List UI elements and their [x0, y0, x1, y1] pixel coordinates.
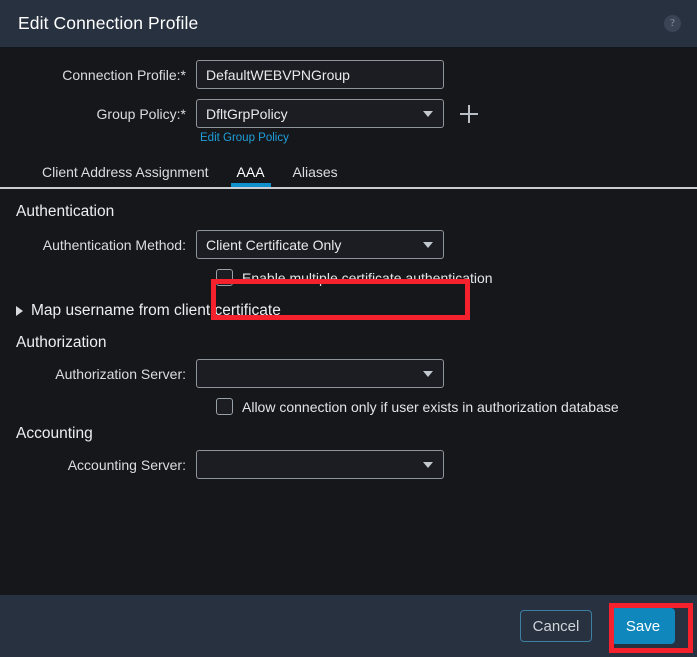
- triangle-right-icon: [16, 306, 23, 316]
- connection-profile-row: Connection Profile:*: [0, 60, 697, 89]
- group-policy-select[interactable]: DfltGrpPolicy: [196, 99, 444, 128]
- authorization-heading: Authorization: [16, 334, 107, 351]
- authentication-heading: Authentication: [16, 203, 115, 220]
- tab-bar: Client Address Assignment AAA Aliases: [0, 154, 697, 187]
- chevron-down-icon: [423, 370, 433, 377]
- connection-profile-input[interactable]: [196, 60, 444, 89]
- allow-connection-only-if-user-exists-label: Allow connection only if user exists in …: [242, 398, 619, 415]
- edit-group-policy-row: Edit Group Policy: [0, 132, 697, 144]
- dialog-body: Connection Profile:* Group Policy:* Dflt…: [0, 48, 697, 595]
- enable-multiple-certificate-row: Enable multiple certificate authenticati…: [0, 269, 697, 286]
- map-username-label: Map username from client certificate: [31, 302, 281, 319]
- tab-aaa[interactable]: AAA: [223, 164, 279, 187]
- accounting-server-select[interactable]: [196, 450, 444, 479]
- allow-connection-only-if-user-exists-checkbox[interactable]: [216, 398, 233, 415]
- chevron-down-icon: [423, 110, 433, 117]
- cancel-button[interactable]: Cancel: [520, 610, 592, 642]
- group-policy-label: Group Policy:*: [96, 105, 186, 122]
- edit-connection-profile-dialog: Edit Connection Profile ? Connection Pro…: [0, 0, 697, 657]
- map-username-from-client-certificate-toggle[interactable]: Map username from client certificate: [0, 302, 697, 320]
- dialog-footer: Cancel Save: [0, 595, 697, 657]
- connection-profile-label: Connection Profile:*: [62, 66, 186, 83]
- allow-connection-only-if-user-exists-row: Allow connection only if user exists in …: [0, 398, 697, 415]
- save-button[interactable]: Save: [611, 608, 675, 644]
- authentication-method-row: Authentication Method: Client Certificat…: [0, 230, 697, 259]
- enable-multiple-certificate-checkbox[interactable]: [216, 269, 233, 286]
- tab-aliases[interactable]: Aliases: [279, 164, 352, 187]
- question-mark-circle-icon[interactable]: ?: [664, 15, 681, 32]
- authorization-server-row: Authorization Server:: [0, 359, 697, 388]
- authorization-server-label: Authorization Server:: [55, 365, 186, 382]
- enable-multiple-certificate-label: Enable multiple certificate authenticati…: [242, 269, 493, 286]
- tab-client-address-assignment[interactable]: Client Address Assignment: [28, 164, 223, 187]
- edit-group-policy-link[interactable]: Edit Group Policy: [200, 132, 289, 144]
- authorization-server-select[interactable]: [196, 359, 444, 388]
- chevron-down-icon: [423, 461, 433, 468]
- group-policy-row: Group Policy:* DfltGrpPolicy: [0, 99, 697, 128]
- accounting-heading: Accounting: [16, 425, 93, 442]
- plus-icon[interactable]: [460, 104, 478, 123]
- aaa-tab-panel: Authentication Authentication Method: Cl…: [0, 189, 697, 479]
- accounting-server-label: Accounting Server:: [67, 456, 186, 473]
- top-form: Connection Profile:* Group Policy:* Dflt…: [0, 48, 697, 144]
- authentication-method-value: Client Certificate Only: [206, 236, 342, 253]
- dialog-header: Edit Connection Profile ?: [0, 0, 697, 48]
- accounting-server-row: Accounting Server:: [0, 450, 697, 479]
- group-policy-value: DfltGrpPolicy: [206, 105, 288, 122]
- authentication-method-label: Authentication Method:: [42, 236, 186, 253]
- chevron-down-icon: [423, 241, 433, 248]
- authentication-method-select[interactable]: Client Certificate Only: [196, 230, 444, 259]
- page-title: Edit Connection Profile: [18, 13, 199, 33]
